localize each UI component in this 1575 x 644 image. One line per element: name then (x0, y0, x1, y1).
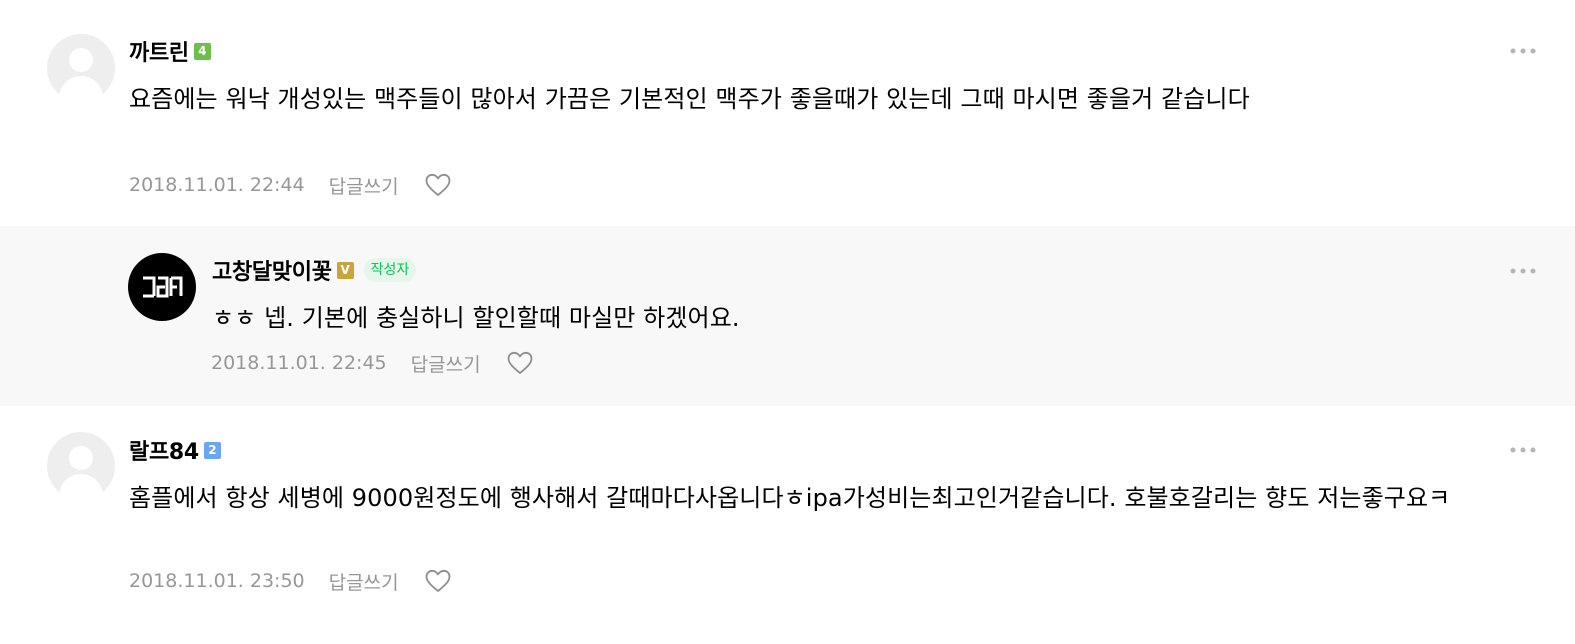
reply-comment-item: 고창달맞이꽃 V 작성자 ㅎㅎ 넵. 기본에 충실하니 할인할때 마실만 하겠어… (0, 226, 1575, 406)
more-dots-icon (1510, 268, 1536, 274)
level-badge: V (336, 261, 354, 279)
comment-date: 2018.11.01. 22:45 (211, 352, 387, 374)
reply-button[interactable]: 답글쓰기 (329, 172, 399, 199)
comment-meta: 2018.11.01. 22:45 답글쓰기 (211, 346, 535, 380)
heart-outline-icon (507, 351, 532, 374)
like-button[interactable] (423, 566, 453, 596)
default-profile-icon (69, 446, 93, 470)
reply-button[interactable]: 답글쓰기 (329, 568, 399, 595)
reply-button[interactable]: 답글쓰기 (411, 350, 481, 377)
comment-header: 까트린 4 (129, 36, 211, 66)
like-button[interactable] (505, 348, 535, 378)
comment-meta: 2018.11.01. 22:44 답글쓰기 (129, 168, 453, 202)
more-button[interactable] (1509, 440, 1537, 460)
comment-header: 랄프84 2 (129, 435, 221, 465)
default-profile-icon (69, 48, 93, 72)
more-dots-icon (1510, 447, 1536, 453)
brand-logo-avatar (143, 276, 183, 298)
nickname[interactable]: 고창달맞이꽃 (212, 254, 332, 286)
avatar[interactable] (128, 253, 196, 321)
like-button[interactable] (423, 170, 453, 200)
avatar[interactable] (47, 34, 115, 102)
heart-outline-icon (425, 173, 450, 196)
level-badge: 4 (193, 42, 211, 60)
more-button[interactable] (1509, 261, 1537, 281)
nickname[interactable]: 랄프84 (129, 434, 199, 466)
heart-outline-icon (425, 569, 450, 592)
comment-meta: 2018.11.01. 23:50 답글쓰기 (129, 564, 453, 598)
comment-item: 까트린 4 요즘에는 워낙 개성있는 맥주들이 많아서 가끔은 기본적인 맥주가… (0, 0, 1575, 226)
comment-text: ㅎㅎ 넵. 기본에 충실하니 할인할때 마실만 하겠어요. (212, 304, 740, 332)
comment-date: 2018.11.01. 22:44 (129, 174, 305, 196)
comment-text: 요즘에는 워낙 개성있는 맥주들이 많아서 가끔은 기본적인 맥주가 좋을때가 … (129, 85, 1250, 113)
avatar[interactable] (47, 432, 115, 500)
comment-text: 홈플에서 항상 세병에 9000원정도에 행사해서 갈때마다사옵니다ㅎipa가성… (129, 484, 1451, 512)
comment-date: 2018.11.01. 23:50 (129, 570, 305, 592)
author-badge: 작성자 (363, 258, 417, 282)
level-badge: 2 (203, 441, 221, 459)
more-dots-icon (1510, 48, 1536, 54)
comment-header: 고창달맞이꽃 V 작성자 (212, 254, 417, 286)
more-button[interactable] (1509, 41, 1537, 61)
nickname[interactable]: 까트린 (129, 35, 189, 67)
comment-item: 랄프84 2 홈플에서 항상 세병에 9000원정도에 행사해서 갈때마다사옵니… (0, 406, 1575, 644)
